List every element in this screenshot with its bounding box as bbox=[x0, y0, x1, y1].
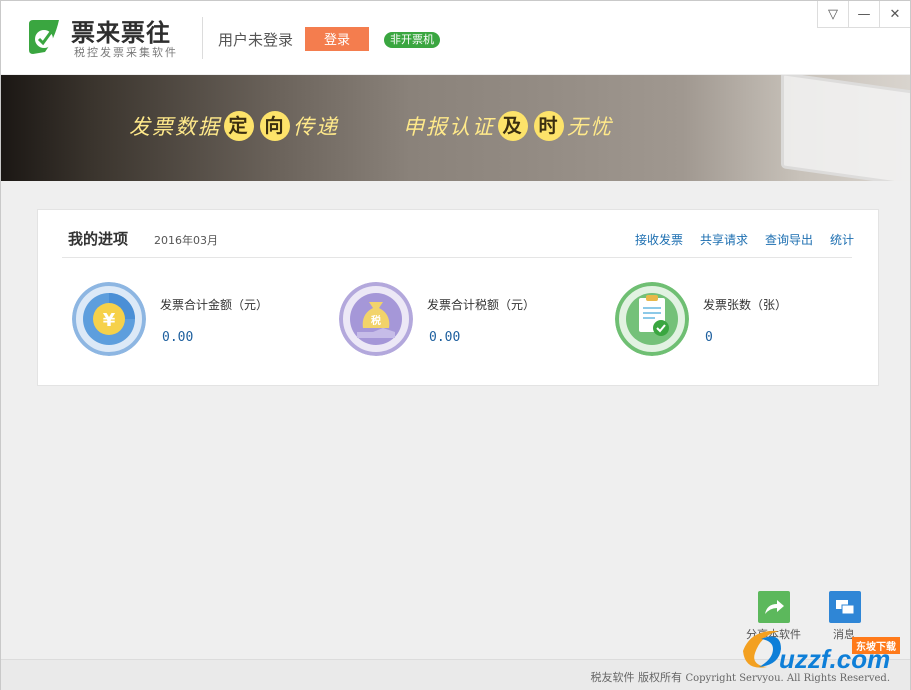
slogan-text: 发票数据 bbox=[129, 115, 221, 139]
invoice-check-icon bbox=[615, 282, 689, 356]
card-divider bbox=[62, 257, 852, 258]
promo-banner: 发票数据 定 向 传递 申报认证 及 时 无忧 bbox=[1, 75, 910, 181]
stat-label: 发票合计金额（元） bbox=[160, 298, 269, 312]
minimize-icon[interactable]: — bbox=[848, 1, 879, 28]
card-actions: 接收发票 共享请求 查询导出 统计 bbox=[635, 231, 854, 248]
stat-value: 0.00 bbox=[429, 330, 461, 345]
statistics-link[interactable]: 统计 bbox=[830, 231, 854, 248]
slogan-highlight: 时 bbox=[534, 111, 564, 141]
slogan-highlight: 向 bbox=[260, 111, 290, 141]
tax-bag-icon: 税 bbox=[339, 282, 413, 356]
stat-label: 发票合计税额（元） bbox=[427, 298, 536, 312]
slogan-highlight: 定 bbox=[224, 111, 254, 141]
stat-value: 0 bbox=[705, 330, 713, 345]
svg-text:税: 税 bbox=[371, 314, 381, 327]
window-controls: ▽ — ✕ bbox=[817, 1, 910, 28]
slogan-text: 无忧 bbox=[567, 115, 613, 139]
stat-label: 发票张数（张） bbox=[703, 298, 788, 312]
my-input-invoices-card: 我的进项 2016年03月 接收发票 共享请求 查询导出 统计 ¥ 发票合计金额… bbox=[37, 209, 879, 386]
query-export-link[interactable]: 查询导出 bbox=[765, 231, 813, 248]
share-requests-link[interactable]: 共享请求 bbox=[700, 231, 748, 248]
share-software-button[interactable] bbox=[758, 591, 790, 623]
slogan-highlight: 及 bbox=[498, 111, 528, 141]
banner-slogan-1: 发票数据 定 向 传递 bbox=[129, 111, 339, 141]
stat-value: 0.00 bbox=[162, 330, 194, 345]
brand-title: 票来票往 bbox=[71, 19, 171, 47]
yuan-coin-icon: ¥ bbox=[72, 282, 146, 356]
header-divider bbox=[202, 17, 203, 59]
card-period: 2016年03月 bbox=[154, 234, 218, 247]
brand-subtitle: 税控发票采集软件 bbox=[74, 46, 178, 59]
laptop-illustration bbox=[781, 75, 910, 181]
app-logo-icon bbox=[29, 20, 59, 54]
app-window: 票来票往 税控发票采集软件 用户未登录 登录 非开票机 ▽ — ✕ 发票数据 定… bbox=[0, 0, 911, 690]
svg-text:¥: ¥ bbox=[103, 310, 116, 331]
receive-invoices-link[interactable]: 接收发票 bbox=[635, 231, 683, 248]
share-arrow-icon bbox=[765, 600, 784, 614]
user-status: 用户未登录 bbox=[218, 31, 294, 49]
slogan-text: 申报认证 bbox=[403, 115, 495, 139]
header: 票来票往 税控发票采集软件 用户未登录 登录 非开票机 ▽ — ✕ bbox=[1, 1, 910, 74]
machine-type-badge: 非开票机 bbox=[384, 32, 440, 48]
messages-button[interactable] bbox=[829, 591, 861, 623]
close-icon[interactable]: ✕ bbox=[879, 1, 910, 28]
message-bubble-icon bbox=[836, 600, 855, 615]
menu-dropdown-icon[interactable]: ▽ bbox=[817, 1, 848, 28]
slogan-text: 传递 bbox=[293, 115, 339, 139]
banner-slogan-2: 申报认证 及 时 无忧 bbox=[403, 111, 613, 141]
watermark-tag: 东坡下载 bbox=[852, 637, 900, 654]
login-button[interactable]: 登录 bbox=[305, 27, 369, 51]
copyright-cn: 税友软件 版权所有 bbox=[590, 671, 682, 684]
card-title: 我的进项 bbox=[68, 230, 129, 248]
